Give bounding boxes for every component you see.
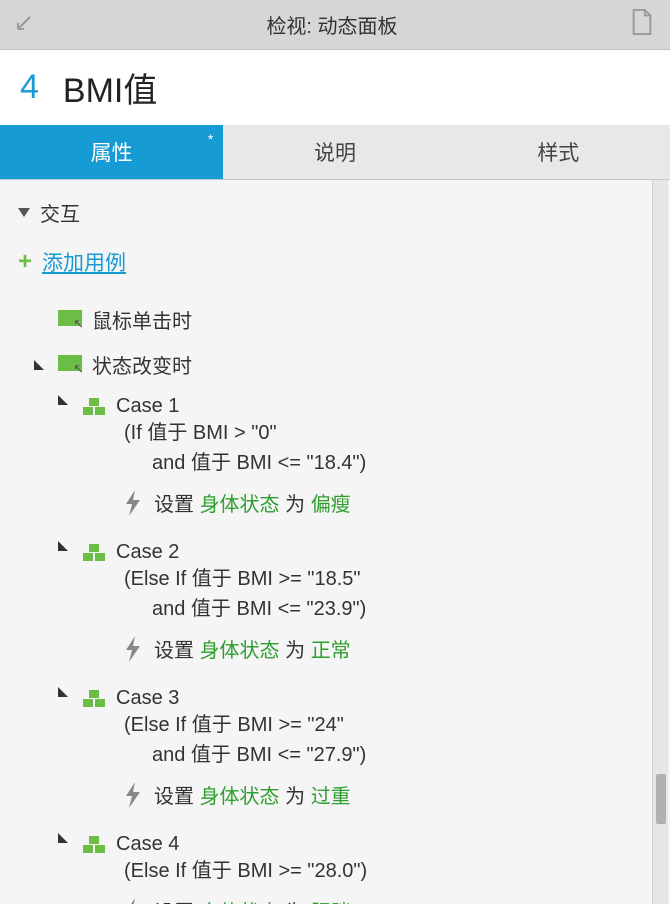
widget-title-bar: 4 BMI值 [0, 50, 670, 125]
event-onstatechange-label: 状态改变时 [92, 350, 192, 379]
add-case-row[interactable]: + 添加用例 [0, 231, 670, 297]
case-name: Case 3 [116, 687, 366, 710]
event-onclick[interactable]: ↖ 鼠标单击时 [0, 297, 670, 342]
expand-triangle-icon[interactable] [58, 395, 68, 405]
tab-properties[interactable]: 属性 * [0, 125, 223, 179]
case-condition-line: (If 值于 BMI > "0" [116, 418, 366, 448]
case-row[interactable]: Case 2(Else If 值于 BMI >= "18.5"and 值于 BM… [0, 533, 670, 626]
case-content: Case 1(If 值于 BMI > "0"and 值于 BMI <= "18.… [116, 395, 366, 478]
bolt-icon [124, 782, 142, 808]
case-row[interactable]: Case 4(Else If 值于 BMI >= "28.0") [0, 825, 670, 888]
case-condition-line: and 值于 BMI <= "27.9") [116, 740, 366, 770]
event-icon: ↖ [58, 355, 82, 375]
tab-notes[interactable]: 说明 [223, 125, 446, 179]
case-icon [82, 687, 106, 709]
action-row[interactable]: 设置 身体状态 为 正常 [0, 626, 670, 679]
event-onstatechange[interactable]: ↖ 状态改变时 [0, 342, 670, 387]
case-condition-line: and 值于 BMI <= "18.4") [116, 448, 366, 478]
case-condition-line: (Else If 值于 BMI >= "24" [116, 710, 366, 740]
bolt-icon [124, 636, 142, 662]
widget-name: BMI值 [63, 63, 157, 112]
tab-style-label: 样式 [537, 137, 579, 167]
interactions-label: 交互 [40, 198, 80, 227]
case-icon [82, 541, 106, 563]
event-onclick-label: 鼠标单击时 [92, 305, 192, 334]
case-condition-line: and 值于 BMI <= "23.9") [116, 594, 366, 624]
action-text: 设置 身体状态 为 正常 [154, 634, 351, 663]
case-icon [82, 395, 106, 417]
plus-icon: + [18, 248, 32, 276]
case-name: Case 4 [116, 833, 367, 856]
case-content: Case 4(Else If 值于 BMI >= "28.0") [116, 833, 367, 886]
add-case-link[interactable]: 添加用例 [42, 247, 126, 277]
bolt-icon [124, 898, 142, 904]
expand-triangle-icon[interactable] [58, 687, 68, 697]
case-condition-line: (Else If 值于 BMI >= "28.0") [116, 856, 367, 886]
action-row[interactable]: 设置 身体状态 为 偏瘦 [0, 480, 670, 533]
action-text: 设置 身体状态 为 肥胖 [154, 896, 351, 904]
scrollbar[interactable] [652, 180, 668, 904]
inspector-title: 检视: 动态面板 [34, 10, 630, 39]
inspector-tabs: 属性 * 说明 样式 [0, 125, 670, 180]
event-icon: ↖ [58, 310, 82, 330]
tab-dirty-indicator: * [208, 131, 213, 147]
chevron-down-icon[interactable] [18, 208, 30, 217]
widget-number: 4 [20, 68, 39, 107]
inspector-header: 检视: 动态面板 [0, 0, 670, 50]
interactions-section-header[interactable]: 交互 [0, 194, 670, 231]
tab-style[interactable]: 样式 [447, 125, 670, 179]
case-content: Case 3(Else If 值于 BMI >= "24"and 值于 BMI … [116, 687, 366, 770]
back-arrow-icon[interactable] [16, 13, 34, 36]
page-icon[interactable] [630, 9, 654, 40]
case-condition-line: (Else If 值于 BMI >= "18.5" [116, 564, 366, 594]
case-name: Case 2 [116, 541, 366, 564]
case-content: Case 2(Else If 值于 BMI >= "18.5"and 值于 BM… [116, 541, 366, 624]
scrollbar-thumb[interactable] [656, 774, 666, 824]
expand-triangle-icon[interactable] [58, 833, 68, 843]
expand-triangle-icon[interactable] [34, 360, 44, 370]
case-name: Case 1 [116, 395, 366, 418]
properties-panel: 交互 + 添加用例 ↖ 鼠标单击时 ↖ 状态改变时 Case 1(If 值于 B… [0, 180, 670, 904]
action-row[interactable]: 设置 身体状态 为 过重 [0, 772, 670, 825]
action-row[interactable]: 设置 身体状态 为 肥胖 [0, 888, 670, 904]
expand-triangle-icon[interactable] [58, 541, 68, 551]
case-row[interactable]: Case 1(If 值于 BMI > "0"and 值于 BMI <= "18.… [0, 387, 670, 480]
case-row[interactable]: Case 3(Else If 值于 BMI >= "24"and 值于 BMI … [0, 679, 670, 772]
action-text: 设置 身体状态 为 偏瘦 [154, 488, 351, 517]
bolt-icon [124, 490, 142, 516]
action-text: 设置 身体状态 为 过重 [154, 780, 351, 809]
tab-notes-label: 说明 [314, 137, 356, 167]
tab-properties-label: 属性 [91, 137, 133, 167]
case-icon [82, 833, 106, 855]
